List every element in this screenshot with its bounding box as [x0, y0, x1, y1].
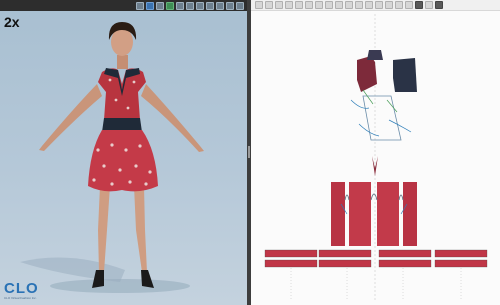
display-icon[interactable]: [166, 1, 174, 10]
pattern-bodice-back: [393, 58, 417, 92]
avatar-right-arm: [141, 84, 204, 152]
internal-line-icon[interactable]: [325, 1, 333, 9]
grain-lines: [290, 268, 462, 300]
pattern-skirt-right: [403, 182, 417, 246]
seam-lines-upper: [350, 99, 412, 137]
avatar-right-shoe: [141, 270, 154, 288]
toolbar-3d: [0, 0, 247, 11]
pattern-hem-group: [264, 249, 488, 268]
segment-icon[interactable]: [365, 1, 373, 9]
pattern-hem-band-1: [264, 249, 318, 258]
settings-icon[interactable]: [435, 1, 443, 9]
dress-waist: [102, 118, 142, 132]
dart-icon[interactable]: [335, 1, 343, 9]
curve-icon[interactable]: [285, 1, 293, 9]
divider-grip[interactable]: [248, 146, 250, 158]
pattern-hem-band-3: [378, 249, 432, 258]
avatar-neck: [117, 55, 128, 69]
pattern-hem-band-2: [318, 249, 372, 258]
pattern-hem-band-5: [264, 259, 318, 268]
fabric-icon[interactable]: [196, 1, 204, 10]
hand-icon[interactable]: [136, 1, 144, 10]
sim-icon[interactable]: [226, 1, 234, 10]
speed-label: 2x: [4, 14, 20, 30]
view-icon[interactable]: [156, 1, 164, 10]
pattern-hem-band-4: [434, 249, 488, 258]
avatar-right-leg: [134, 186, 147, 272]
render-icon[interactable]: [206, 1, 214, 10]
circle-icon[interactable]: [315, 1, 323, 9]
select-icon[interactable]: [146, 1, 154, 10]
pattern-skirt-center-right: [377, 182, 399, 246]
clo-logo: CLO CLO Virtual Fashion Inc.: [4, 280, 56, 302]
logo-subtext: CLO Virtual Fashion Inc.: [4, 296, 37, 300]
seam-icon[interactable]: [355, 1, 363, 9]
pattern-bodice-group: [350, 50, 417, 141]
pattern-hem-band-7: [378, 259, 432, 268]
polygon-icon[interactable]: [305, 1, 313, 9]
rect-icon[interactable]: [295, 1, 303, 9]
pattern-bodice-front: [357, 56, 377, 92]
record-icon[interactable]: [216, 1, 224, 10]
text-icon[interactable]: [395, 1, 403, 9]
pattern-skirt-group: [331, 156, 417, 246]
viewport-2d[interactable]: [251, 0, 500, 305]
dress-skirt: [88, 130, 158, 192]
toolbar-2d: [251, 0, 500, 11]
floor-shadow-long: [20, 257, 125, 282]
grid-icon[interactable]: [405, 1, 413, 9]
select-icon[interactable]: [255, 1, 263, 9]
pattern-hem-band-8: [434, 259, 488, 268]
edit-point-icon[interactable]: [275, 1, 283, 9]
layout-icon[interactable]: [415, 1, 423, 9]
pattern-bodice-lower: [362, 95, 402, 141]
free-seam-icon[interactable]: [375, 1, 383, 9]
pattern-hem-band-6: [318, 259, 372, 268]
avatar-icon[interactable]: [186, 1, 194, 10]
pattern-skirt-center-left: [349, 182, 371, 246]
logo-text: CLO: [4, 280, 39, 297]
pattern-collar: [367, 50, 383, 60]
pin-icon[interactable]: [176, 1, 184, 10]
notch-icon[interactable]: [345, 1, 353, 9]
viewport-3d[interactable]: 2x CLO CLO Virtual Fashion Inc.: [0, 0, 247, 305]
view-icon[interactable]: [425, 1, 433, 9]
pattern-skirt-left: [331, 182, 345, 246]
avatar-left-leg: [98, 186, 110, 272]
settings-icon[interactable]: [236, 1, 244, 10]
avatar-scene: [20, 22, 204, 293]
avatar-left-arm: [39, 84, 102, 151]
transform-icon[interactable]: [265, 1, 273, 9]
topstitch-icon[interactable]: [385, 1, 393, 9]
pattern-canvas: [264, 14, 488, 300]
